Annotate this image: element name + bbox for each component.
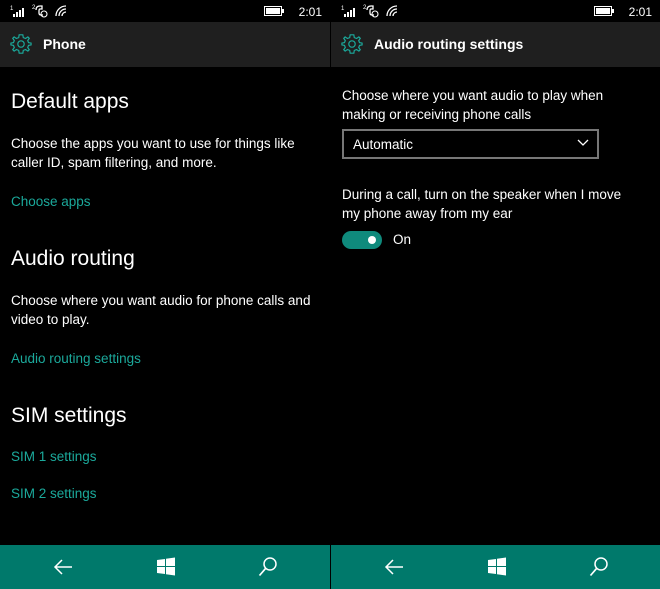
windows-start-icon[interactable] — [486, 556, 508, 578]
sim-settings-heading: SIM settings — [11, 404, 127, 427]
audio-routing-settings-link[interactable]: Audio routing settings — [11, 351, 141, 366]
page-title: Audio routing settings — [374, 36, 524, 52]
page-title: Phone — [43, 36, 86, 52]
speaker-setting-label: During a call, turn on the speaker when … — [342, 187, 622, 221]
signal-strength-icon: 1 — [10, 6, 24, 17]
sim2-settings-link[interactable]: SIM 2 settings — [11, 486, 97, 501]
svg-text:2: 2 — [32, 5, 36, 11]
navigation-bar — [0, 545, 330, 589]
page-header: Phone — [0, 22, 330, 67]
audio-destination-label: Choose where you want audio to play when… — [342, 88, 604, 122]
speaker-toggle[interactable] — [342, 231, 382, 249]
audio-routing-settings-screen: 1 2 2:01 Audio routing settings Choose w… — [331, 0, 660, 589]
default-apps-heading: Default apps — [11, 90, 129, 113]
toggle-state-label: On — [393, 232, 412, 247]
signal-strength-icon: 1 — [341, 6, 355, 17]
sim1-settings-link[interactable]: SIM 1 settings — [11, 449, 97, 464]
choose-apps-link[interactable]: Choose apps — [11, 194, 91, 209]
phone-settings-screen: 1 2 2:01 Phone Default apps Choose the a… — [0, 0, 330, 589]
toggle-knob — [368, 236, 376, 244]
audio-routing-heading: Audio routing — [11, 247, 135, 270]
navigation-bar — [331, 545, 660, 589]
back-arrow-icon[interactable] — [383, 556, 405, 578]
gear-icon — [341, 34, 363, 54]
default-apps-description: Choose the apps you want to use for thin… — [11, 136, 295, 170]
dropdown-selected-value: Automatic — [353, 137, 414, 152]
windows-start-icon[interactable] — [155, 556, 177, 578]
page-header: Audio routing settings — [331, 22, 660, 67]
clock: 2:01 — [628, 5, 652, 19]
svg-text:2: 2 — [363, 5, 367, 11]
clock: 2:01 — [298, 5, 322, 19]
wifi-icon — [55, 5, 67, 17]
battery-icon — [594, 6, 614, 16]
battery-icon — [264, 6, 284, 16]
search-icon[interactable] — [257, 556, 279, 578]
status-bar: 1 2 2:01 — [331, 0, 660, 22]
gear-icon — [10, 34, 32, 54]
wifi-icon — [386, 5, 398, 17]
status-bar: 1 2 2:01 — [0, 0, 330, 22]
search-icon[interactable] — [588, 556, 610, 578]
back-arrow-icon[interactable] — [52, 556, 74, 578]
call-forwarding-icon: 2 — [363, 5, 379, 18]
audio-destination-dropdown[interactable]: Automatic — [342, 129, 599, 159]
svg-text:1: 1 — [341, 6, 345, 12]
audio-routing-description: Choose where you want audio for phone ca… — [11, 293, 311, 327]
svg-text:1: 1 — [10, 6, 14, 12]
call-forwarding-icon: 2 — [32, 5, 48, 18]
chevron-down-icon — [577, 139, 589, 146]
